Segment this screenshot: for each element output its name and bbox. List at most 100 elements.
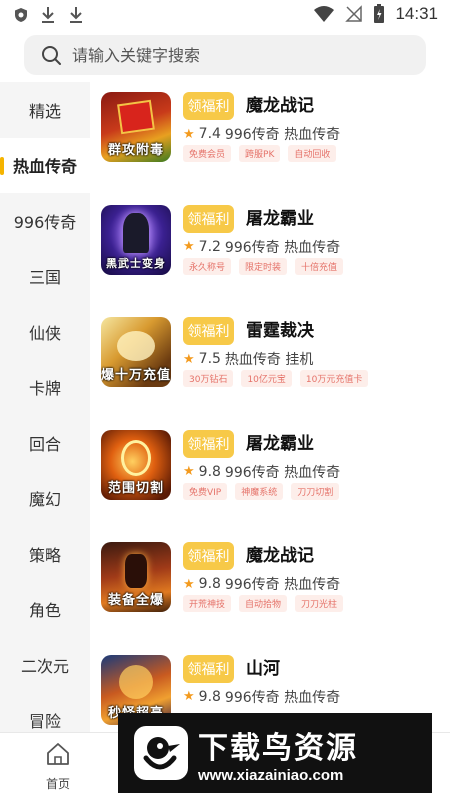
claim-welfare-button[interactable]: 领福利 [183, 542, 234, 570]
game-meta: ★ 9.8 996传奇 热血传奇 [183, 687, 340, 707]
sidebar-item-kapai[interactable]: 卡牌 [0, 360, 90, 416]
status-time: 14:31 [395, 4, 438, 23]
status-left-icons [14, 6, 84, 24]
no-signal-icon [345, 5, 363, 22]
game-meta: ★ 7.5 热血传奇 挂机 [183, 349, 313, 369]
thumbnail-caption: 装备全爆 [107, 593, 164, 608]
status-bar: 14:31 [0, 0, 450, 30]
watermark-title: 下载鸟资源 [198, 730, 358, 766]
feature-tag: 10万元充值卡 [299, 370, 369, 387]
game-title[interactable]: 魔龙战记 [246, 91, 314, 116]
watermark-url: www.xiazainiao.com [198, 766, 344, 784]
sidebar-item-label: 回合 [28, 434, 61, 454]
game-meta: ★ 7.4 996传奇 热血传奇 [183, 124, 340, 144]
claim-welfare-button[interactable]: 领福利 [183, 204, 234, 233]
sidebar-item-rexue-chuanqi[interactable]: 热血传奇 [0, 137, 90, 193]
game-list: 群攻附毒 领福利 魔龙战记 ★ 7.4 996传奇 热血传奇 免费会员 跨服PK… [90, 82, 450, 732]
game-rating: 9.8 [198, 463, 221, 480]
feature-tag: 十倍充值 [295, 257, 344, 275]
sidebar-item-label: 仙侠 [28, 323, 61, 343]
sidebar-item-996-chuanqi[interactable]: 996传奇 [0, 193, 90, 249]
sidebar-item-juese[interactable]: 角色 [0, 582, 90, 638]
download-icon [42, 7, 54, 23]
thumbnail-caption: 范围切割 [107, 480, 164, 496]
game-rating: 7.2 [198, 238, 221, 255]
feature-tag: 免费VIP [183, 482, 228, 500]
feature-tag: 免费会员 [183, 145, 232, 162]
wifi-icon [314, 6, 335, 22]
game-category-tags: 996传奇 热血传奇 [224, 577, 341, 593]
sidebar-item-label: 精选 [28, 101, 61, 121]
game-meta: ★ 7.2 996传奇 热血传奇 [183, 237, 340, 257]
game-item[interactable]: 黑武士变身 领福利 屠龙霸业 ★ 7.2 996传奇 热血传奇 永久称号 限定时… [90, 195, 450, 308]
sidebar-item-label: 卡牌 [28, 379, 61, 399]
game-thumbnail[interactable]: 装备全爆 [101, 542, 171, 612]
claim-welfare-button[interactable]: 领福利 [183, 92, 234, 120]
sidebar-item-ciyuan[interactable]: 二次元 [0, 637, 90, 693]
feature-tag: 刀刀光柱 [295, 595, 344, 612]
sidebar-item-label: 策略 [28, 545, 61, 565]
sidebar-item-mohuan[interactable]: 魔幻 [0, 471, 90, 527]
search-bar[interactable] [24, 35, 426, 75]
game-thumbnail[interactable]: 爆十万充值 [101, 317, 171, 387]
game-title[interactable]: 屠龙霸业 [246, 204, 314, 229]
sidebar-item-xianxia[interactable]: 仙侠 [0, 304, 90, 360]
feature-tags: 开荒神技 自动拾物 刀刀光柱 [183, 595, 344, 612]
search-icon [42, 46, 61, 65]
feature-tag: 自动回收 [288, 145, 337, 162]
thumbnail-caption: 黑武士变身 [106, 256, 166, 270]
game-title[interactable]: 屠龙霸业 [246, 429, 314, 454]
game-category-tags: 996传奇 热血传奇 [224, 127, 341, 143]
sidebar-item-jingxuan[interactable]: 精选 [0, 82, 90, 138]
feature-tag: 神魔系统 [235, 482, 284, 500]
game-item[interactable]: 范围切割 领福利 屠龙霸业 ★ 9.8 996传奇 热血传奇 免费VIP 神魔系… [90, 420, 450, 533]
game-meta: ★ 9.8 996传奇 热血传奇 [183, 462, 340, 482]
nav-home-label: 首页 [45, 777, 70, 791]
watermark-banner: 下载鸟资源 www.xiazainiao.com [118, 713, 432, 793]
game-item[interactable]: 群攻附毒 领福利 魔龙战记 ★ 7.4 996传奇 热血传奇 免费会员 跨服PK… [90, 82, 450, 195]
feature-tag: 开荒神技 [183, 595, 232, 612]
feature-tag: 跨服PK [239, 145, 281, 162]
feature-tag: 限定时装 [239, 257, 288, 275]
sidebar-item-label: 冒险 [28, 712, 61, 732]
feature-tag: 刀刀切割 [291, 482, 340, 500]
game-thumbnail[interactable]: 范围切割 [101, 429, 171, 500]
star-icon: ★ [183, 576, 195, 592]
nav-home-tab[interactable]: 首页 [30, 741, 86, 792]
feature-tags: 免费VIP 神魔系统 刀刀切割 [183, 482, 340, 500]
thumbnail-caption: 爆十万充值 [101, 368, 171, 383]
sidebar-item-celue[interactable]: 策略 [0, 526, 90, 582]
battery-icon [374, 4, 385, 23]
game-thumbnail[interactable]: 黑武士变身 [101, 204, 171, 275]
game-item[interactable]: 装备全爆 领福利 魔龙战记 ★ 9.8 996传奇 热血传奇 开荒神技 自动拾物… [90, 532, 450, 645]
sidebar-item-sanguo[interactable]: 三国 [0, 249, 90, 305]
feature-tags: 免费会员 跨服PK 自动回收 [183, 145, 337, 162]
sidebar-item-label: 三国 [28, 268, 61, 288]
sidebar-item-label: 热血传奇 [12, 157, 77, 177]
game-rating: 7.5 [198, 351, 221, 367]
game-thumbnail[interactable]: 群攻附毒 [101, 92, 171, 162]
game-category-tags: 996传奇 热血传奇 [224, 239, 341, 256]
claim-welfare-button[interactable]: 领福利 [183, 429, 234, 458]
thumbnail-caption: 群攻附毒 [107, 143, 164, 158]
star-icon: ★ [183, 126, 195, 142]
game-rating: 9.8 [198, 576, 221, 592]
game-meta: ★ 9.8 996传奇 热血传奇 [183, 574, 340, 594]
feature-tag: 自动拾物 [239, 595, 288, 612]
claim-welfare-button[interactable]: 领福利 [183, 654, 234, 683]
claim-welfare-button[interactable]: 领福利 [183, 317, 234, 345]
bird-logo-icon [134, 726, 188, 780]
game-title[interactable]: 山河 [246, 654, 280, 679]
search-input[interactable] [72, 45, 402, 65]
game-title[interactable]: 雷霆裁决 [246, 316, 314, 341]
game-item[interactable]: 爆十万充值 领福利 雷霆裁决 ★ 7.5 热血传奇 挂机 30万钻石 10亿元宝… [90, 307, 450, 420]
game-title[interactable]: 魔龙战记 [246, 541, 314, 566]
game-category-tags: 996传奇 热血传奇 [224, 689, 341, 706]
star-icon: ★ [183, 239, 195, 254]
feature-tags: 永久称号 限定时装 十倍充值 [183, 257, 344, 275]
feature-tag: 30万钻石 [183, 370, 234, 387]
home-icon [47, 743, 69, 765]
sidebar-item-label: 996传奇 [13, 212, 77, 232]
shield-icon [15, 8, 27, 22]
sidebar-item-huihe[interactable]: 回合 [0, 415, 90, 471]
